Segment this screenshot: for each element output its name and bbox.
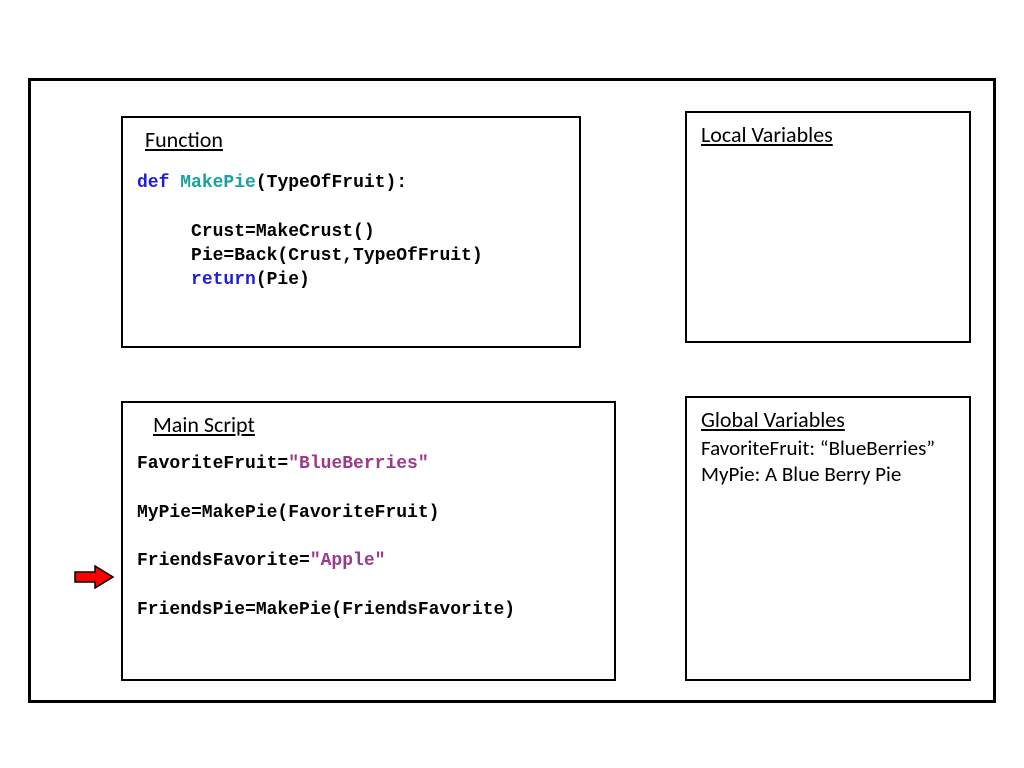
code-line-mypie: MyPie=MakePie(FavoriteFruit): [137, 503, 439, 523]
function-code: def MakePie(TypeOfFruit): Crust=MakeCrus…: [137, 171, 565, 292]
string-apple: "Apple": [310, 551, 386, 571]
code-line-favfruit-var: FavoriteFruit=: [137, 454, 288, 474]
paren-open: (: [256, 173, 267, 193]
function-panel: Function def MakePie(TypeOfFruit): Crust…: [121, 116, 581, 348]
global-variables-panel: Global Variables FavoriteFruit: “BlueBer…: [685, 396, 971, 681]
local-variables-title: Local Variables: [701, 121, 955, 148]
keyword-def: def: [137, 173, 169, 193]
keyword-return: return: [191, 270, 256, 290]
string-blueberries: "BlueBerries": [288, 454, 428, 474]
global-var-mypie: MyPie: A Blue Berry Pie: [701, 461, 955, 487]
execution-pointer-arrow-icon: [73, 565, 115, 589]
function-panel-title: Function: [145, 126, 565, 153]
function-param: TypeOfFruit: [267, 173, 386, 193]
code-line-pie: Pie=Back(Crust,TypeOfFruit): [191, 246, 483, 266]
function-name: MakePie: [180, 173, 256, 193]
main-script-code: FavoriteFruit="BlueBerries" MyPie=MakePi…: [137, 452, 600, 622]
code-line-friendspie: FriendsPie=MakePie(FriendsFavorite): [137, 600, 515, 620]
code-line-crust: Crust=MakeCrust(): [191, 222, 375, 242]
global-variables-title: Global Variables: [701, 406, 955, 433]
return-arg: (Pie): [256, 270, 310, 290]
main-script-panel: Main Script FavoriteFruit="BlueBerries" …: [121, 401, 616, 681]
local-variables-panel: Local Variables: [685, 111, 971, 343]
global-var-favoritefruit: FavoriteFruit: “BlueBerries”: [701, 435, 955, 461]
code-line-friendsfav-var: FriendsFavorite=: [137, 551, 310, 571]
diagram-container: Function def MakePie(TypeOfFruit): Crust…: [28, 78, 996, 703]
main-script-title: Main Script: [153, 411, 600, 438]
paren-close: ):: [385, 173, 407, 193]
